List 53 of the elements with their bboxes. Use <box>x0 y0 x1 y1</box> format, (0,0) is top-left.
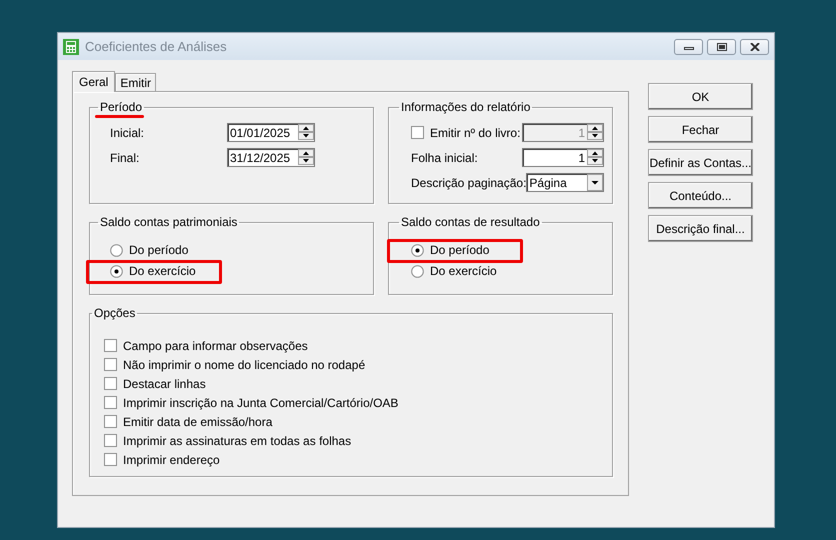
date-field[interactable]: 01/01/2025 <box>227 123 315 142</box>
number-field[interactable]: 1 <box>522 148 604 167</box>
field-label: Descrição paginação: <box>411 176 526 190</box>
close-icon <box>750 42 760 50</box>
field-label: Final: <box>110 150 140 164</box>
checkbox[interactable] <box>104 434 117 447</box>
group-title: Período <box>98 100 144 114</box>
dropdown[interactable]: Página <box>526 173 604 192</box>
checkbox[interactable] <box>104 377 117 390</box>
radio-button[interactable] <box>411 244 424 256</box>
calculator-icon <box>63 38 79 54</box>
radio-label: Do período <box>129 243 188 257</box>
radio-button[interactable] <box>411 264 424 278</box>
radio-label: Do exercício <box>129 264 196 278</box>
dialog-button[interactable]: Conteúdo... <box>648 182 753 209</box>
spin-buttons[interactable] <box>298 149 314 166</box>
checkbox-label: Imprimir inscrição na Junta Comercial/Cartório/OAB <box>123 396 398 410</box>
field-label: Folha inicial: <box>411 150 479 164</box>
field-label: Emitir nº do livro: <box>430 126 522 140</box>
group-title: Opções <box>93 306 136 320</box>
spin-buttons[interactable] <box>587 149 603 166</box>
checkbox-label: Emitir data de emissão/hora <box>123 414 272 428</box>
dialog-button[interactable]: Definir as Contas... <box>648 149 753 176</box>
checkbox-label: Imprimir endereço <box>123 452 220 466</box>
date-field[interactable]: 31/12/2025 <box>227 148 315 167</box>
checkbox[interactable] <box>104 415 117 428</box>
maximize-button[interactable] <box>707 38 736 54</box>
spin-buttons[interactable] <box>298 124 314 141</box>
radio-label: Do período <box>430 243 490 257</box>
radio-button[interactable] <box>110 244 123 256</box>
checkbox-label: Não imprimir o nome do licenciado no rodapé <box>123 358 366 372</box>
checkbox[interactable] <box>104 453 117 466</box>
group-title: Saldo contas patrimoniais <box>99 215 238 229</box>
group-title: Informações do relatório <box>400 100 532 114</box>
checkbox-label: Destacar linhas <box>123 376 206 390</box>
dialog-button[interactable]: Descrição final... <box>648 215 753 242</box>
checkbox[interactable] <box>104 396 117 409</box>
group-title: Saldo contas de resultado <box>400 215 541 229</box>
dialog-button[interactable]: OK <box>648 83 753 110</box>
radio-button[interactable] <box>110 264 123 278</box>
close-button[interactable] <box>740 38 769 54</box>
minimize-button[interactable] <box>674 38 703 54</box>
tab[interactable]: Emitir <box>115 73 156 91</box>
maximize-icon <box>716 42 726 50</box>
tab[interactable]: Geral <box>72 71 116 92</box>
checkbox[interactable] <box>104 358 117 371</box>
radio-label: Do exercício <box>430 264 497 278</box>
dialog-button[interactable]: Fechar <box>648 116 753 143</box>
checkbox-label: Campo para informar observações <box>123 338 308 352</box>
window-title: Coeficientes de Análises <box>85 39 227 54</box>
checkbox-label: Imprimir as assinaturas em todas as folhas <box>123 434 352 448</box>
field-label: Inicial: <box>110 126 146 140</box>
checkbox[interactable] <box>104 339 117 352</box>
